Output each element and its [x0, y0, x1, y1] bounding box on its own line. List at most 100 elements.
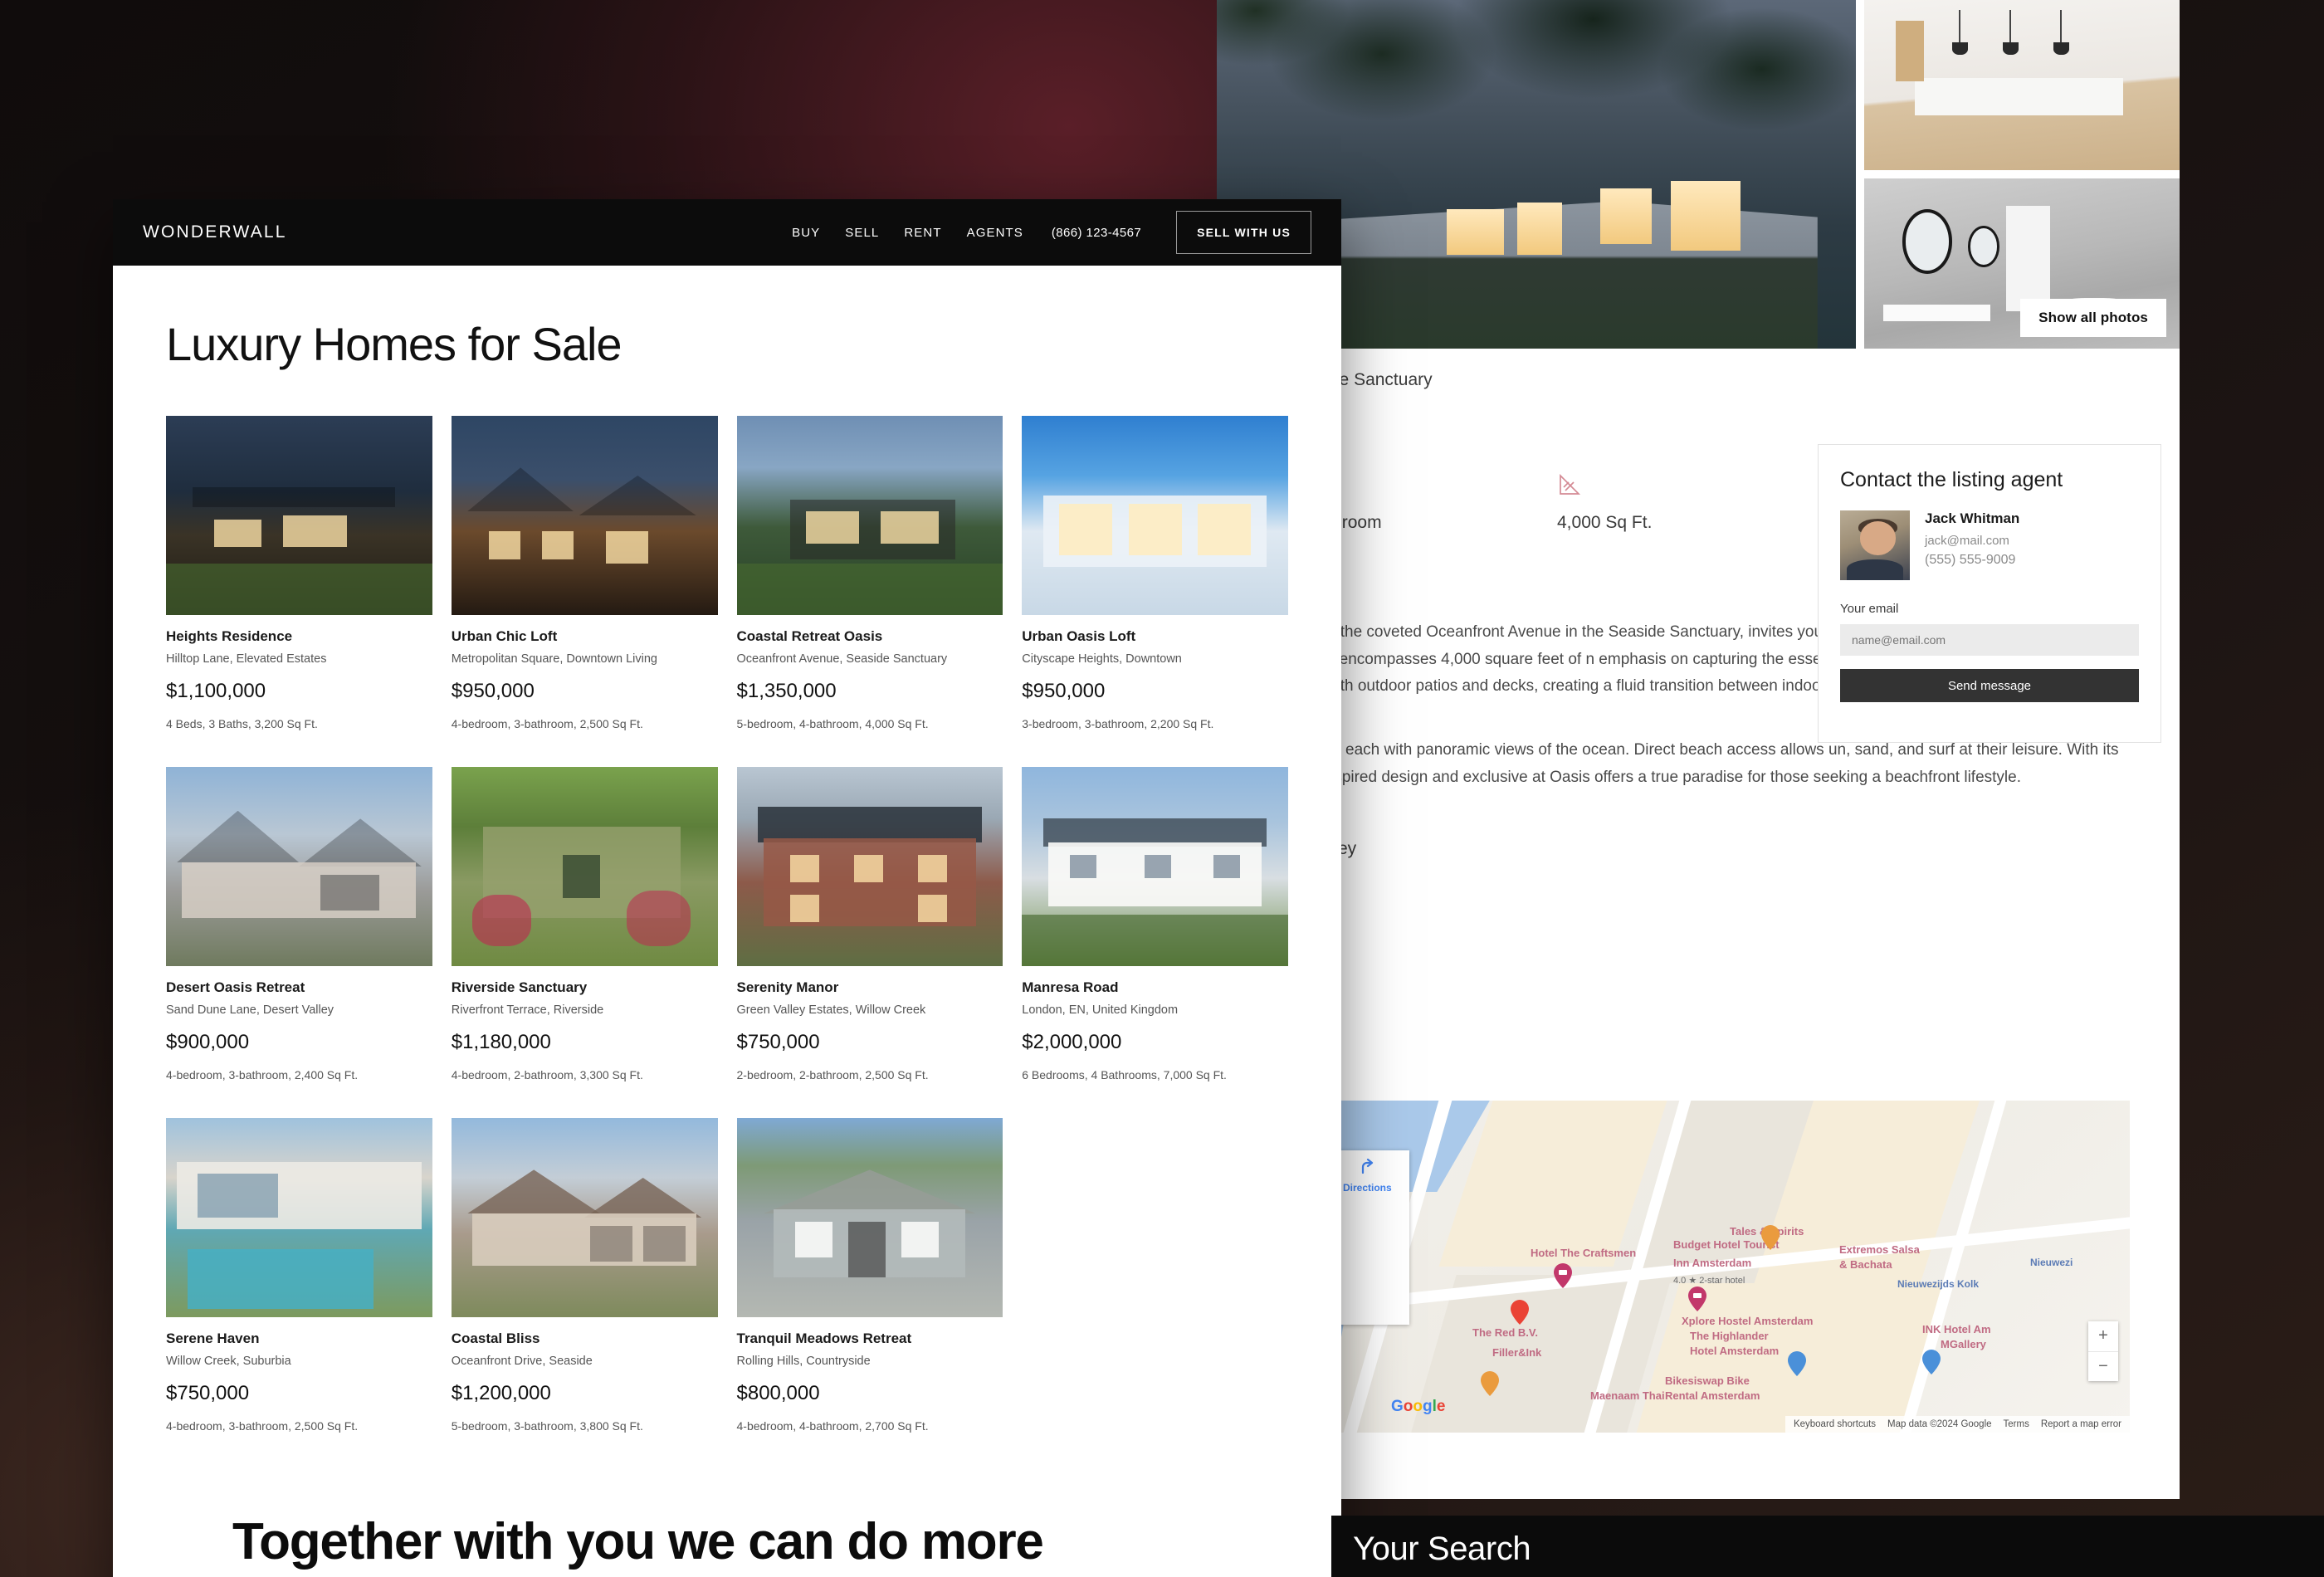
map-terms-link[interactable]: Terms — [2004, 1419, 2029, 1429]
property-card[interactable]: Heights Residence Hilltop Lane, Elevated… — [166, 416, 432, 730]
property-address: Hilltop Lane, Elevated Estates — [166, 652, 327, 666]
property-address: Riverfront Terrace, Riverside — [451, 1003, 604, 1017]
detail-address: e, Seaside Sanctuary — [1267, 370, 1433, 389]
property-card[interactable]: Riverside Sanctuary Riverfront Terrace, … — [451, 767, 718, 1081]
property-photo[interactable] — [451, 1118, 718, 1317]
property-price: $1,180,000 — [451, 1031, 551, 1053]
property-name: Desert Oasis Retreat — [166, 979, 305, 995]
map-pin-icon — [1511, 1300, 1529, 1325]
show-all-photos-button[interactable]: Show all photos — [2020, 299, 2166, 337]
map-keyboard-shortcuts[interactable]: Keyboard shortcuts — [1794, 1419, 1876, 1429]
map-zoom-out-button[interactable]: − — [2088, 1352, 2118, 1382]
detail-footer-band: Your Search — [1331, 1516, 2324, 1577]
location-label: esert Valley — [1267, 839, 2130, 859]
property-meta: 4-bedroom, 2-bathroom, 3,300 Sq Ft. — [451, 1068, 643, 1081]
property-card[interactable]: Tranquil Meadows Retreat Rolling Hills, … — [736, 1118, 1003, 1433]
gallery-thumbnails: Show all photos — [1864, 0, 2180, 349]
map-label: Nieuwezijds Kolk — [1897, 1278, 1980, 1290]
property-name: Manresa Road — [1022, 979, 1119, 995]
property-photo[interactable] — [736, 767, 1003, 966]
property-photo[interactable] — [1022, 416, 1288, 615]
photo-gallery: Show all photos — [1217, 0, 2180, 349]
property-card[interactable]: Urban Chic Loft Metropolitan Square, Dow… — [451, 416, 718, 730]
agent-contact-details: Jack Whitman jack@mail.com (555) 555-900… — [1925, 510, 2019, 580]
email-input[interactable] — [1840, 624, 2139, 656]
spec-area: 4,000 Sq Ft. — [1557, 473, 1723, 533]
property-price: $900,000 — [166, 1031, 250, 1053]
property-photo[interactable] — [166, 1118, 432, 1317]
header-phone[interactable]: (866) 123-4567 — [1052, 226, 1141, 240]
property-meta: 4 Beds, 3 Baths, 3,200 Sq Ft. — [166, 717, 318, 730]
header-nav: BUY SELL RENT AGENTS (866) 123-4567 SELL… — [792, 211, 1311, 254]
sell-with-us-button[interactable]: SELL WITH US — [1176, 211, 1311, 254]
gallery-thumb-bathroom[interactable]: Show all photos — [1864, 178, 2180, 349]
map-label: The Red B.V. — [1472, 1326, 1538, 1339]
map-hotel-rating: 4.0 ★ 2-star hotel — [1673, 1276, 1745, 1286]
property-price: $1,350,000 — [736, 680, 837, 702]
property-name: Coastal Retreat Oasis — [736, 628, 883, 644]
your-search-heading: Your Search — [1353, 1531, 1531, 1567]
property-card[interactable]: Manresa Road London, EN, United Kingdom … — [1022, 767, 1288, 1081]
property-photo[interactable] — [166, 416, 432, 615]
property-name: Urban Oasis Loft — [1022, 628, 1136, 644]
property-photo[interactable] — [736, 1118, 1003, 1317]
property-address: Cityscape Heights, Downtown — [1022, 652, 1182, 666]
property-meta: 4-bedroom, 3-bathroom, 2,500 Sq Ft. — [166, 1419, 359, 1433]
agent-name: Jack Whitman — [1925, 510, 2020, 526]
property-meta: 5-bedroom, 3-bathroom, 3,800 Sq Ft. — [451, 1419, 643, 1433]
send-message-button[interactable]: Send message — [1840, 669, 2139, 702]
property-photo[interactable] — [736, 416, 1003, 615]
property-card[interactable]: Desert Oasis Retreat Sand Dune Lane, Des… — [166, 767, 432, 1081]
map-label: Maenaam Thai — [1590, 1389, 1665, 1402]
listing-page: WONDERWALL BUY SELL RENT AGENTS (866) 12… — [113, 199, 1341, 1577]
property-card[interactable]: Serenity Manor Green Valley Estates, Wil… — [736, 767, 1003, 1081]
brand-logo[interactable]: WONDERWALL — [143, 222, 287, 242]
property-address: Rolling Hills, Countryside — [736, 1355, 871, 1368]
map-label: Nieuwezi — [2030, 1257, 2073, 1268]
property-address: Oceanfront Drive, Seaside — [451, 1355, 593, 1368]
property-card[interactable]: Coastal Retreat Oasis Oceanfront Avenue,… — [736, 416, 1003, 730]
map-zoom-in-button[interactable]: + — [2088, 1321, 2118, 1352]
nav-item-buy[interactable]: BUY — [792, 226, 820, 240]
nav-item-sell[interactable]: SELL — [845, 226, 879, 240]
property-address: Willow Creek, Suburbia — [166, 1355, 291, 1368]
nav-item-rent[interactable]: RENT — [904, 226, 941, 240]
property-address: Green Valley Estates, Willow Creek — [736, 1003, 926, 1017]
property-card[interactable]: Coastal Bliss Oceanfront Drive, Seaside … — [451, 1118, 718, 1433]
map-zoom-control[interactable]: + − — [2088, 1321, 2118, 1381]
location-map[interactable]: Hotel The Craftsmen Budget Hotel Tourist… — [1267, 1101, 2130, 1433]
property-name: Tranquil Meadows Retreat — [736, 1330, 912, 1346]
agent-email[interactable]: jack@mail.com — [1925, 534, 2019, 548]
property-meta: 3-bedroom, 3-bathroom, 2,200 Sq Ft. — [1022, 717, 1214, 730]
contact-agent-title: Contact the listing agent — [1840, 468, 2063, 491]
google-wordmark: Google — [1391, 1398, 1446, 1415]
property-card[interactable]: Serene Haven Willow Creek, Suburbia $750… — [166, 1118, 432, 1433]
property-card[interactable]: Urban Oasis Loft Cityscape Heights, Down… — [1022, 416, 1288, 730]
together-heading: Together with you we can do more — [232, 1513, 1044, 1570]
property-detail-page: Show all photos e, Seaside Sanctuary 00 … — [1217, 0, 2180, 1499]
map-label: Extremos Salsa — [1839, 1243, 1920, 1256]
agent-phone[interactable]: (555) 555-9009 — [1925, 553, 2019, 568]
gallery-thumb-kitchen[interactable] — [1864, 0, 2180, 170]
map-directions-button[interactable]: Directions — [1343, 1157, 1392, 1194]
map-pin-icon — [1688, 1286, 1706, 1311]
nav-item-agents[interactable]: AGENTS — [967, 226, 1023, 240]
property-address: London, EN, United Kingdom — [1022, 1003, 1179, 1017]
map-label: INK Hotel Am — [1922, 1323, 1991, 1335]
spec-area-label: 4,000 Sq Ft. — [1557, 513, 1653, 532]
property-price: $1,100,000 — [166, 680, 266, 702]
property-name: Coastal Bliss — [451, 1330, 540, 1346]
property-photo[interactable] — [451, 416, 718, 615]
map-report-error-link[interactable]: Report a map error — [2041, 1419, 2121, 1429]
property-address: Metropolitan Square, Downtown Living — [451, 652, 657, 666]
property-name: Riverside Sanctuary — [451, 979, 588, 995]
map-label: MGallery — [1941, 1338, 1986, 1350]
property-photo[interactable] — [166, 767, 432, 966]
map-data-credit: Map data ©2024 Google — [1887, 1419, 1992, 1429]
ruler-icon — [1557, 473, 1723, 498]
property-photo[interactable] — [1022, 767, 1288, 966]
property-meta: 4-bedroom, 4-bathroom, 2,700 Sq Ft. — [736, 1419, 929, 1433]
map-pin-icon — [1761, 1225, 1780, 1250]
property-price: $950,000 — [1022, 680, 1106, 702]
property-photo[interactable] — [451, 767, 718, 966]
